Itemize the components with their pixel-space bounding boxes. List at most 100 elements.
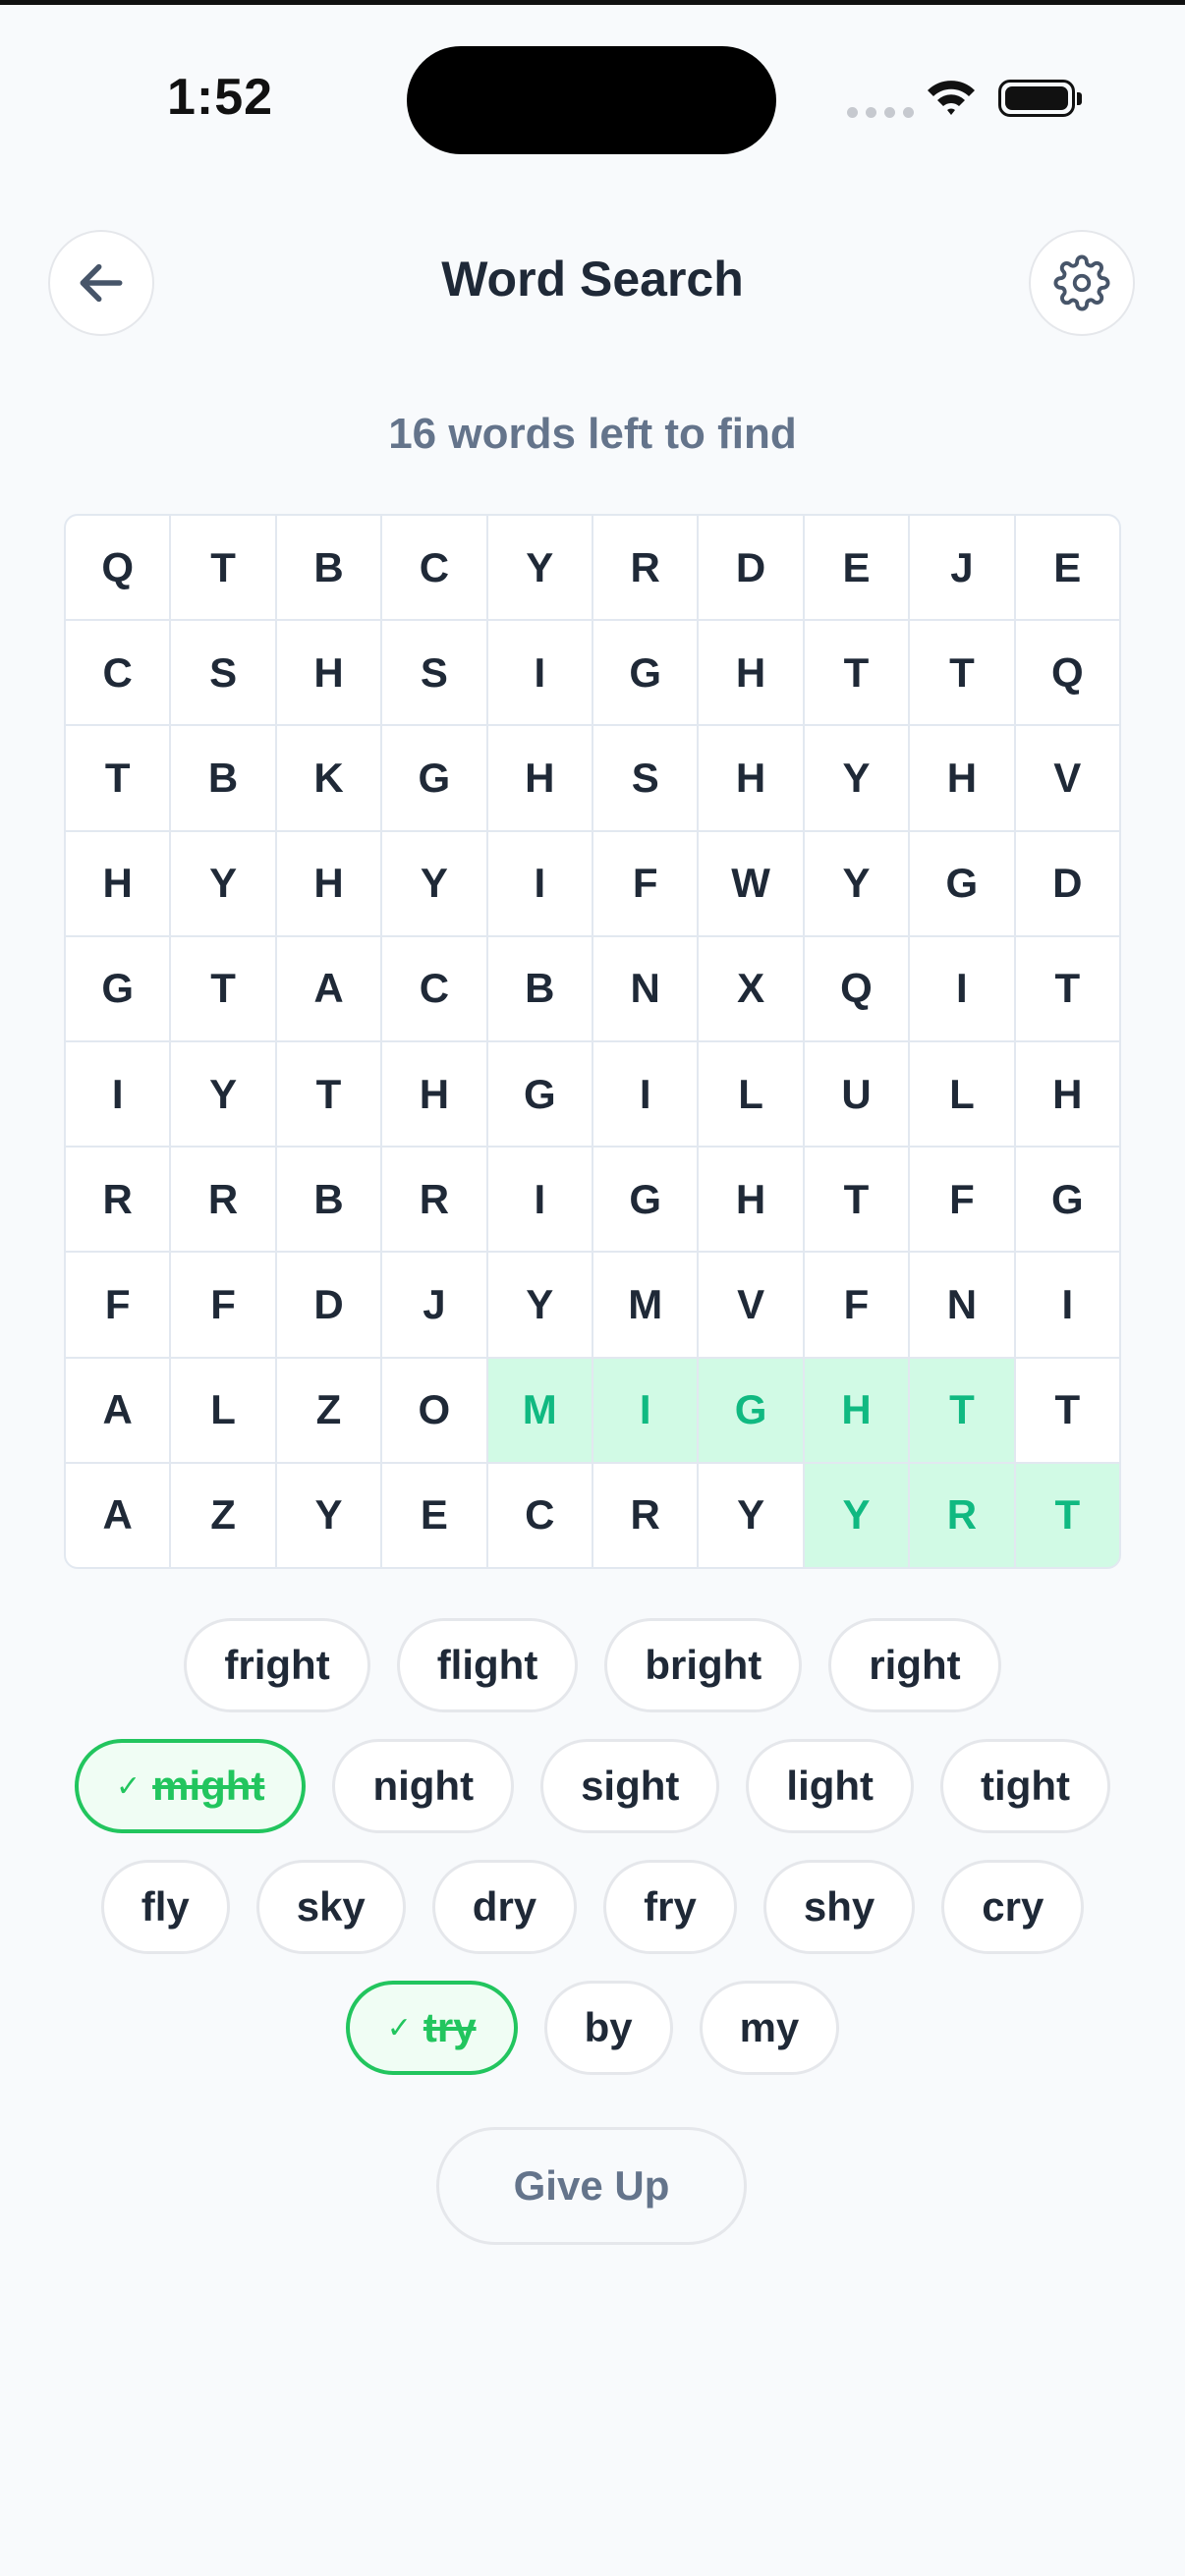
settings-button[interactable] — [1029, 230, 1135, 336]
grid-cell[interactable]: F — [804, 1253, 909, 1357]
grid-cell[interactable]: T — [66, 726, 170, 830]
grid-cell[interactable]: T — [910, 1358, 1014, 1462]
grid-cell[interactable]: H — [699, 726, 803, 830]
grid-cell[interactable]: H — [804, 1358, 909, 1462]
grid-cell[interactable]: G — [910, 831, 1014, 935]
grid-cell[interactable]: F — [910, 1148, 1014, 1252]
word-chip-cry[interactable]: cry — [941, 1860, 1085, 1954]
grid-cell[interactable]: Z — [276, 1358, 381, 1462]
word-chip-light[interactable]: light — [746, 1739, 915, 1833]
grid-cell[interactable]: I — [66, 1041, 170, 1147]
grid-cell[interactable]: H — [1015, 1041, 1119, 1147]
grid-cell[interactable]: D — [1015, 831, 1119, 935]
grid-cell[interactable]: I — [593, 1358, 698, 1462]
word-chip-fry[interactable]: fry — [603, 1860, 737, 1954]
grid-cell[interactable]: L — [171, 1358, 275, 1462]
grid-cell[interactable]: T — [1015, 1358, 1119, 1462]
grid-cell[interactable]: T — [1015, 936, 1119, 1040]
grid-cell[interactable]: T — [276, 1041, 381, 1147]
grid-cell[interactable]: Q — [66, 516, 170, 620]
grid-cell[interactable]: Q — [1015, 621, 1119, 725]
grid-cell[interactable]: U — [804, 1041, 909, 1147]
word-chip-sight[interactable]: sight — [540, 1739, 720, 1833]
grid-cell[interactable]: Y — [276, 1463, 381, 1567]
word-chip-fright[interactable]: fright — [184, 1618, 370, 1712]
grid-cell[interactable]: I — [487, 831, 592, 935]
grid-cell[interactable]: V — [1015, 726, 1119, 830]
grid-cell[interactable]: T — [804, 621, 909, 725]
grid-cell[interactable]: G — [382, 726, 486, 830]
grid-cell[interactable]: R — [910, 1463, 1014, 1567]
grid-cell[interactable]: D — [699, 516, 803, 620]
grid-cell[interactable]: O — [382, 1358, 486, 1462]
grid-cell[interactable]: T — [171, 516, 275, 620]
grid-cell[interactable]: H — [66, 831, 170, 935]
grid-cell[interactable]: G — [66, 936, 170, 1040]
grid-cell[interactable]: C — [487, 1463, 592, 1567]
word-chip-might[interactable]: ✓ might — [75, 1739, 307, 1833]
grid-cell[interactable]: F — [593, 831, 698, 935]
grid-cell[interactable]: M — [593, 1253, 698, 1357]
word-chip-bright[interactable]: bright — [604, 1618, 803, 1712]
grid-cell[interactable]: F — [66, 1253, 170, 1357]
grid-cell[interactable]: C — [382, 936, 486, 1040]
grid-cell[interactable]: Y — [804, 1463, 909, 1567]
grid-cell[interactable]: X — [699, 936, 803, 1040]
grid-cell[interactable]: Y — [804, 831, 909, 935]
grid-cell[interactable]: G — [593, 621, 698, 725]
grid-cell[interactable]: L — [699, 1041, 803, 1147]
grid-cell[interactable]: H — [699, 621, 803, 725]
grid-cell[interactable]: T — [1015, 1463, 1119, 1567]
grid-cell[interactable]: G — [1015, 1148, 1119, 1252]
grid-cell[interactable]: D — [276, 1253, 381, 1357]
grid-cell[interactable]: Y — [171, 831, 275, 935]
grid-cell[interactable]: B — [276, 1148, 381, 1252]
grid-cell[interactable]: B — [171, 726, 275, 830]
grid-cell[interactable]: T — [804, 1148, 909, 1252]
word-chip-sky[interactable]: sky — [255, 1860, 406, 1954]
grid-cell[interactable]: E — [804, 516, 909, 620]
grid-cell[interactable]: S — [593, 726, 698, 830]
grid-cell[interactable]: H — [276, 621, 381, 725]
word-chip-by[interactable]: by — [543, 1981, 673, 2075]
grid-cell[interactable]: I — [910, 936, 1014, 1040]
word-chip-flight[interactable]: flight — [396, 1618, 579, 1712]
grid-cell[interactable]: Y — [487, 1253, 592, 1357]
give-up-button[interactable]: Give Up — [436, 2127, 747, 2245]
grid-cell[interactable]: G — [593, 1148, 698, 1252]
word-chip-night[interactable]: night — [332, 1739, 515, 1833]
grid-cell[interactable]: J — [910, 516, 1014, 620]
grid-cell[interactable]: R — [171, 1148, 275, 1252]
grid-cell[interactable]: B — [276, 516, 381, 620]
grid-cell[interactable]: A — [66, 1463, 170, 1567]
grid-cell[interactable]: H — [487, 726, 592, 830]
grid-cell[interactable]: T — [910, 621, 1014, 725]
grid-cell[interactable]: A — [66, 1358, 170, 1462]
grid-cell[interactable]: V — [699, 1253, 803, 1357]
grid-cell[interactable]: I — [1015, 1253, 1119, 1357]
grid-cell[interactable]: R — [66, 1148, 170, 1252]
grid-cell[interactable]: G — [699, 1358, 803, 1462]
word-chip-dry[interactable]: dry — [431, 1860, 578, 1954]
grid-cell[interactable]: Y — [699, 1463, 803, 1567]
grid-cell[interactable]: M — [487, 1358, 592, 1462]
grid-cell[interactable]: I — [487, 621, 592, 725]
grid-cell[interactable]: N — [910, 1253, 1014, 1357]
grid-cell[interactable]: N — [593, 936, 698, 1040]
word-chip-tight[interactable]: tight — [940, 1739, 1110, 1833]
grid-cell[interactable]: C — [382, 516, 486, 620]
grid-cell[interactable]: S — [382, 621, 486, 725]
grid-cell[interactable]: R — [593, 516, 698, 620]
grid-cell[interactable]: W — [699, 831, 803, 935]
grid-cell[interactable]: I — [593, 1041, 698, 1147]
grid-cell[interactable]: R — [593, 1463, 698, 1567]
grid-cell[interactable]: R — [382, 1148, 486, 1252]
grid-cell[interactable]: S — [171, 621, 275, 725]
grid-cell[interactable]: H — [699, 1148, 803, 1252]
grid-cell[interactable]: Z — [171, 1463, 275, 1567]
grid-cell[interactable]: E — [382, 1463, 486, 1567]
grid-cell[interactable]: T — [171, 936, 275, 1040]
grid-cell[interactable]: E — [1015, 516, 1119, 620]
grid-cell[interactable]: A — [276, 936, 381, 1040]
word-chip-shy[interactable]: shy — [762, 1860, 916, 1954]
